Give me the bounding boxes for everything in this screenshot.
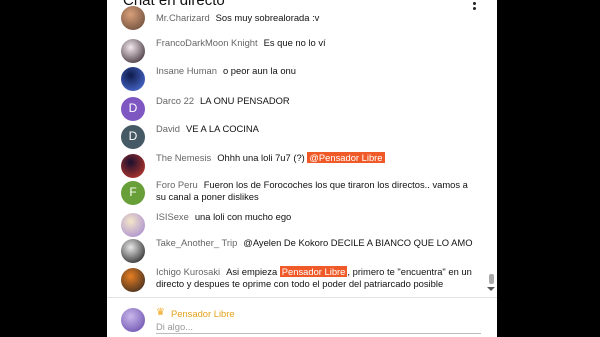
message-content: LA ONU PENSADOR xyxy=(200,95,290,106)
chat-input[interactable] xyxy=(156,320,481,334)
author-name[interactable]: The Nemesis xyxy=(156,152,211,163)
message-text: Foro Peru Fueron los de Forocoches los qu… xyxy=(156,179,477,202)
chat-composer: ♛ Pensador Libre xyxy=(107,298,497,337)
message-content: Asi empieza xyxy=(226,266,278,277)
mention-chip[interactable]: @Pensador Libre xyxy=(307,152,385,163)
scroll-down-arrow-icon[interactable] xyxy=(487,287,495,291)
message-text: ISISexe una loli con mucho ego xyxy=(156,211,477,223)
author-avatar[interactable] xyxy=(121,67,145,91)
crown-icon: ♛ xyxy=(156,307,165,318)
author-avatar[interactable] xyxy=(121,239,145,263)
author-avatar[interactable] xyxy=(121,6,145,30)
author-avatar[interactable] xyxy=(121,213,145,237)
chat-header: Chat en directo xyxy=(107,0,497,10)
composer-author-name: Pensador Libre xyxy=(171,308,235,319)
message-content: @Ayelen De Kokoro DECILE A BIANCO QUE LO… xyxy=(243,237,473,248)
scrollbar-thumb[interactable] xyxy=(489,274,494,284)
message-content: Fueron los de Forocoches los que tiraron… xyxy=(156,179,468,202)
message-text: FrancoDarkMoon Knight Es que no lo ví xyxy=(156,37,477,49)
message-text: David VE A LA COCINA xyxy=(156,123,477,135)
author-avatar[interactable] xyxy=(121,39,145,63)
author-avatar[interactable]: D xyxy=(121,125,145,149)
author-name[interactable]: Insane Human xyxy=(156,65,217,76)
author-avatar[interactable]: D xyxy=(121,97,145,121)
message-text: Take_Another_ Trip @Ayelen De Kokoro DECI… xyxy=(156,237,477,249)
author-name[interactable]: ISISexe xyxy=(156,211,189,222)
message-text: Insane Human o peor aun la onu xyxy=(156,65,477,77)
message-text: Mr.Charizard Sos muy sobrealorada :v xyxy=(156,12,477,24)
author-name[interactable]: Mr.Charizard xyxy=(156,12,210,23)
author-name[interactable]: Foro Peru xyxy=(156,179,198,190)
message-text: Ichigo Kurosaki Asi empieza Pensador Libr… xyxy=(156,266,477,289)
composer-avatar xyxy=(121,308,145,332)
mention-chip[interactable]: Pensador Libre xyxy=(279,266,348,277)
author-name[interactable]: David xyxy=(156,123,180,134)
author-avatar[interactable] xyxy=(121,268,145,292)
live-chat-panel: Chat en directo Mr.Charizard Sos muy sobr… xyxy=(107,0,497,337)
message-content: VE A LA COCINA xyxy=(185,123,259,134)
message-text: Darco 22 LA ONU PENSADOR xyxy=(156,95,477,107)
message-content: o peor aun la onu xyxy=(222,65,296,76)
message-text: The Nemesis Ohhh una loli 7u7 (?) @Pensad… xyxy=(156,152,477,164)
message-content: Sos muy sobrealorada :v xyxy=(215,12,320,23)
chat-message-list[interactable]: Mr.Charizard Sos muy sobrealorada :v Franc… xyxy=(107,6,485,296)
author-name[interactable]: Darco 22 xyxy=(156,95,194,106)
author-name[interactable]: FrancoDarkMoon Knight xyxy=(156,37,258,48)
author-avatar[interactable] xyxy=(121,154,145,178)
message-content: una loli con mucho ego xyxy=(194,211,292,222)
message-content: Ohhh una loli 7u7 (?) xyxy=(217,152,305,163)
author-avatar[interactable]: F xyxy=(121,181,145,205)
author-name[interactable]: Take_Another_ Trip xyxy=(156,237,237,248)
message-content: Es que no lo ví xyxy=(263,37,326,48)
author-name[interactable]: Ichigo Kurosaki xyxy=(156,266,220,277)
